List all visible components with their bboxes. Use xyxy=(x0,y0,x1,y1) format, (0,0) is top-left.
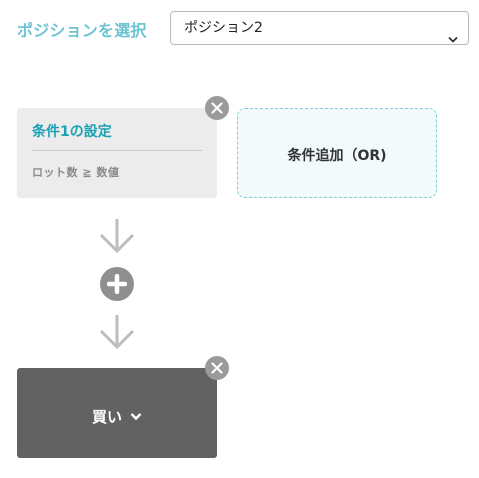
add-condition-button[interactable] xyxy=(100,267,134,301)
condition-divider xyxy=(32,150,202,151)
position-select-label: ポジションを選択 xyxy=(17,21,147,40)
action-dropdown[interactable]: 買い xyxy=(17,406,217,427)
plus-icon xyxy=(107,274,127,294)
arrow-down-icon xyxy=(99,219,135,254)
add-or-label: 条件追加（OR) xyxy=(287,148,387,164)
action-label: 買い xyxy=(91,408,122,426)
action-card[interactable]: 買い xyxy=(17,368,217,458)
condition-title: 条件1の設定 xyxy=(32,124,112,140)
remove-action-button[interactable] xyxy=(205,356,229,380)
close-icon xyxy=(211,362,223,374)
condition-card[interactable]: 条件1の設定 ロット数 ≧ 数値 xyxy=(17,108,217,198)
position-select[interactable]: ポジション2 xyxy=(170,11,469,45)
position-select-value: ポジション2 xyxy=(184,20,263,36)
close-icon xyxy=(211,102,223,114)
chevron-down-icon xyxy=(448,24,458,56)
chevron-down-icon xyxy=(130,412,142,420)
add-or-condition-button[interactable]: 条件追加（OR) xyxy=(237,108,437,198)
condition-formula: ロット数 ≧ 数値 xyxy=(32,166,120,179)
arrow-down-icon xyxy=(99,315,135,350)
remove-condition-button[interactable] xyxy=(205,96,229,120)
